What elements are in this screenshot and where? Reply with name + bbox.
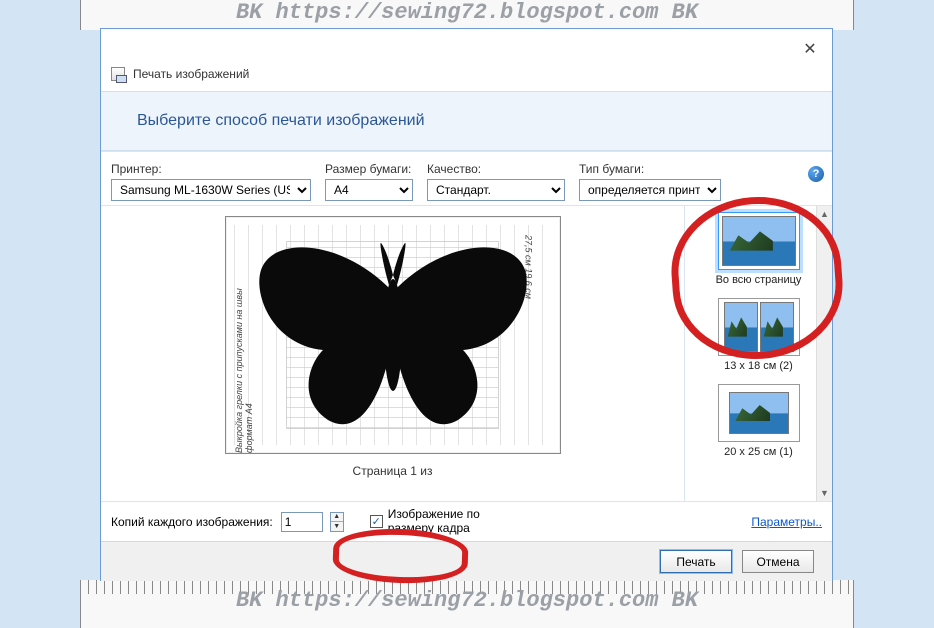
- spinner-up-icon[interactable]: ▲: [331, 513, 343, 523]
- fit-frame-checkbox[interactable]: ✓: [370, 515, 383, 528]
- printer-select[interactable]: Samsung ML-1630W Series (USB0: [111, 179, 311, 201]
- preview-image: Выкройка грелки с припусками на швы форм…: [225, 216, 561, 454]
- butterfly-icon: [253, 235, 533, 435]
- quality-select[interactable]: Стандарт.: [427, 179, 565, 201]
- layout-label: Во всю страницу: [716, 274, 802, 286]
- button-row: Печать Отмена: [101, 541, 832, 581]
- paper-size-label: Размер бумаги:: [325, 162, 413, 176]
- printer-icon: [111, 67, 125, 81]
- paper-type-select[interactable]: определяется принте: [579, 179, 721, 201]
- printer-label: Принтер:: [111, 162, 311, 176]
- paper-type-label: Тип бумаги:: [579, 162, 721, 176]
- preview-pane: Выкройка грелки с припусками на швы форм…: [101, 206, 684, 501]
- options-row: Принтер: Samsung ML-1630W Series (USB0 Р…: [101, 151, 832, 205]
- titlebar: ✕ Печать изображений: [101, 29, 832, 91]
- close-button[interactable]: ✕: [800, 39, 820, 59]
- copies-spinner[interactable]: ▲ ▼: [330, 512, 344, 532]
- cancel-button[interactable]: Отмена: [742, 550, 814, 573]
- layout-full-page[interactable]: Во всю страницу: [689, 212, 828, 286]
- fit-frame-label: Изображение по размеру кадра: [388, 508, 480, 534]
- scroll-down-icon[interactable]: ▼: [817, 485, 832, 501]
- copies-input[interactable]: [281, 512, 323, 532]
- print-button[interactable]: Печать: [660, 550, 732, 573]
- instruction-text: Выберите способ печати изображений: [101, 91, 832, 151]
- dialog-title: Печать изображений: [133, 67, 249, 81]
- help-icon[interactable]: ?: [808, 166, 824, 182]
- preview-annotation-left: Выкройка грелки с припусками на швы форм…: [234, 257, 254, 453]
- copies-label: Копий каждого изображения:: [111, 515, 273, 529]
- parameters-link[interactable]: Параметры..: [751, 515, 822, 529]
- layout-13x18[interactable]: 13 x 18 см (2): [689, 298, 828, 372]
- bottom-row: Копий каждого изображения: ▲ ▼ ✓ Изображ…: [101, 501, 832, 541]
- print-dialog: ✕ Печать изображений Выберите способ печ…: [100, 28, 833, 581]
- spinner-down-icon[interactable]: ▼: [331, 522, 343, 531]
- layout-pane[interactable]: Во всю страницу 13 x 18 см (2) 20 x 25 с…: [684, 206, 832, 501]
- scroll-up-icon[interactable]: ▲: [817, 206, 832, 222]
- quality-label: Качество:: [427, 162, 565, 176]
- layout-label: 20 x 25 см (1): [724, 446, 793, 458]
- scrollbar[interactable]: ▲ ▼: [816, 206, 832, 501]
- page-counter: Страница 1 из: [353, 464, 433, 478]
- layout-20x25[interactable]: 20 x 25 см (1): [689, 384, 828, 458]
- layout-label: 13 x 18 см (2): [724, 360, 793, 372]
- paper-size-select[interactable]: A4: [325, 179, 413, 201]
